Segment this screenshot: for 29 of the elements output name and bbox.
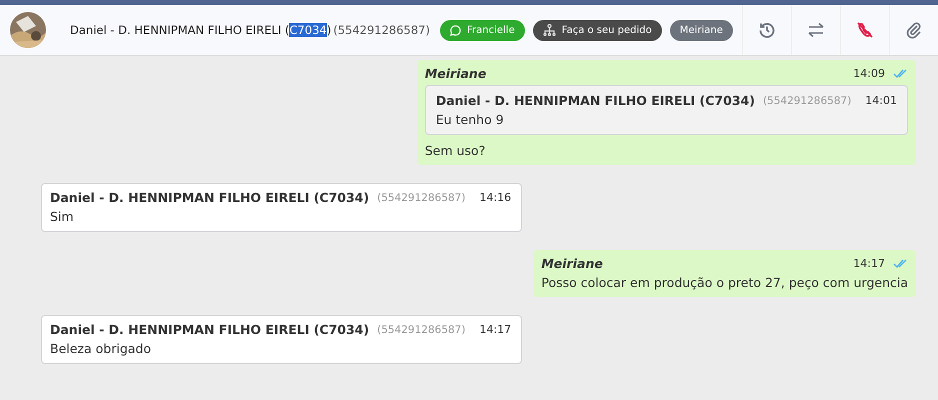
phone-number: (554291286587) — [377, 192, 466, 204]
paperclip-icon — [906, 21, 922, 39]
sender-name: Daniel - D. HENNIPMAN FILHO EIRELI (C7034) — [436, 93, 755, 108]
sender-name: Meiriane — [541, 256, 603, 271]
phone-number: (554291286587) — [333, 23, 430, 37]
message-time: 14:01 — [864, 94, 897, 107]
message-time: 14:17 — [478, 323, 512, 336]
history-icon — [758, 21, 776, 39]
chat-bubble-icon — [450, 24, 461, 36]
message-text: Beleza obrigado — [50, 341, 152, 356]
tag-chip[interactable]: Faça o seu pedido — [532, 20, 662, 40]
phone-off-icon — [856, 21, 874, 39]
tag-chip[interactable]: Francielle — [440, 20, 525, 40]
sender-name: Daniel - D. HENNIPMAN FILHO EIRELI (C7034) — [50, 322, 370, 337]
transfer-icon — [807, 22, 825, 38]
tag-chip[interactable]: Meiriane — [670, 20, 733, 40]
message-time: 14:16 — [478, 191, 512, 204]
message-text: Sem uso? — [424, 143, 486, 158]
message-text: Eu tenho 9 — [436, 112, 505, 127]
phone-number: (554291286587) — [377, 324, 466, 336]
sender-name: Daniel - D. HENNIPMAN FILHO EIRELI (C7034) — [50, 190, 370, 205]
message-text: Sim — [50, 209, 75, 224]
message-time: 14:17 — [852, 257, 885, 270]
contact-name: Daniel - D. HENNIPMAN FILHO EIRELI (C7034) — [70, 23, 332, 37]
phone-number: (554291286587) — [762, 94, 852, 106]
message-time: 14:09 — [852, 67, 885, 80]
message-text: Posso colocar em produção o preto 27, peço com urgencia — [541, 275, 908, 290]
flow-icon — [542, 24, 556, 36]
sender-name: Meiriane — [424, 66, 486, 81]
